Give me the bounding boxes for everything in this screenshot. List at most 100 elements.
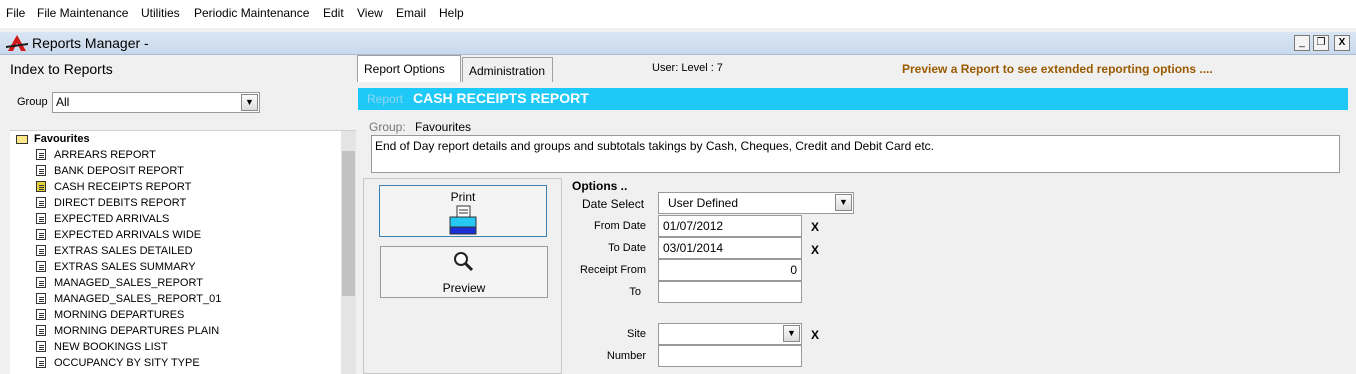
date-select-dropdown[interactable]: User Defined ▼ <box>658 192 854 214</box>
tree-item[interactable]: EXTRAS SALES SUMMARY <box>36 261 196 277</box>
tree-item-label: EXTRAS SALES DETAILED <box>54 245 193 257</box>
chevron-down-icon[interactable]: ▼ <box>835 194 852 211</box>
tree-item-selected[interactable]: CASH RECEIPTS REPORT <box>36 181 191 197</box>
tree-item[interactable]: EXTRAS SALES DETAILED <box>36 245 193 261</box>
tree-item-label: MANAGED_SALES_REPORT_01 <box>54 293 222 305</box>
receipt-from-label: Receipt From <box>579 264 646 276</box>
report-label: Report <box>367 92 404 106</box>
window-title-bar: Reports Manager - _ ❐ X <box>0 32 1356 55</box>
report-header-bar: Report CASH RECEIPTS REPORT <box>358 88 1348 110</box>
report-group-label: Group: <box>369 120 406 134</box>
tree-item-label: MORNING DEPARTURES <box>54 309 185 321</box>
report-group-value: Favourites <box>415 120 472 134</box>
site-dropdown[interactable]: ▼ <box>658 323 802 345</box>
menu-periodic-maintenance[interactable]: Periodic Maintenance <box>194 6 309 20</box>
printer-icon <box>449 205 477 235</box>
report-icon <box>36 277 46 288</box>
restore-button[interactable]: ❐ <box>1313 35 1329 51</box>
selected-report-icon <box>36 181 46 192</box>
number-field[interactable] <box>658 345 802 367</box>
tree-folder-label: Favourites <box>34 133 90 145</box>
tab-report-options[interactable]: Report Options <box>357 55 461 82</box>
report-icon <box>36 229 46 240</box>
print-button[interactable]: Print <box>379 185 547 237</box>
report-icon <box>36 149 46 160</box>
chevron-down-icon[interactable]: ▼ <box>241 94 258 111</box>
tree-item[interactable]: MORNING DEPARTURES <box>36 309 184 325</box>
options-heading: Options .. <box>572 179 628 193</box>
tree-item-label: EXPECTED ARRIVALS <box>54 213 170 225</box>
tree-item-label: DIRECT DEBITS REPORT <box>54 197 187 209</box>
tree-folder-favourites[interactable]: Favourites <box>16 133 90 145</box>
tree-item-label: NEW BOOKINGS LIST <box>54 341 168 353</box>
tree-item-label: MANAGED_SALES_REPORT <box>54 277 203 289</box>
site-label: Site <box>627 328 646 340</box>
menu-email[interactable]: Email <box>396 6 426 20</box>
tab-administration[interactable]: Administration <box>462 57 553 82</box>
tree-item[interactable]: EXPECTED ARRIVALS WIDE <box>36 229 201 245</box>
group-filter-label: Group <box>17 96 48 108</box>
report-icon <box>36 245 46 256</box>
report-icon <box>36 197 46 208</box>
clear-to-date-button[interactable]: X <box>811 243 819 257</box>
folder-icon <box>16 134 28 144</box>
preview-button-label: Preview <box>442 281 486 295</box>
menu-bar: File File Maintenance Utilities Periodic… <box>0 0 1356 28</box>
tree-item-label: EXTRAS SALES SUMMARY <box>54 261 196 273</box>
menu-view[interactable]: View <box>357 6 383 20</box>
tree-scrollbar-thumb[interactable] <box>342 151 355 296</box>
group-filter-value: All <box>56 95 70 109</box>
report-icon <box>36 357 46 368</box>
tree-item[interactable]: EXPECTED ARRIVALS <box>36 213 169 229</box>
tree-item-label: ARREARS REPORT <box>54 149 156 161</box>
clear-from-date-button[interactable]: X <box>811 220 819 234</box>
tree-item[interactable]: MANAGED_SALES_REPORT <box>36 277 203 293</box>
tree-item-label: CASH RECEIPTS REPORT <box>54 181 192 193</box>
preview-hint: Preview a Report to see extended reporti… <box>902 62 1213 76</box>
report-icon <box>36 293 46 304</box>
menu-help[interactable]: Help <box>439 6 464 20</box>
window-title: Reports Manager - <box>32 35 149 51</box>
menu-file-maintenance[interactable]: File Maintenance <box>37 6 128 20</box>
tree-item[interactable]: NEW BOOKINGS LIST <box>36 341 168 357</box>
group-filter-select[interactable]: All ▼ <box>52 92 260 113</box>
report-icon <box>36 261 46 272</box>
tree-scrollbar[interactable] <box>341 131 356 374</box>
user-level-info: User: Level : 7 <box>652 62 723 74</box>
tree-item[interactable]: OCCUPANCY BY SITY TYPE <box>36 357 200 373</box>
tree-item-label: MORNING DEPARTURES PLAIN <box>54 325 220 337</box>
menu-utilities[interactable]: Utilities <box>141 6 180 20</box>
report-name: CASH RECEIPTS REPORT <box>413 90 589 106</box>
tree-item-label: EXPECTED ARRIVALS WIDE <box>54 229 202 241</box>
receipt-to-field[interactable] <box>658 281 802 303</box>
tree-item[interactable]: MORNING DEPARTURES PLAIN <box>36 325 219 341</box>
tree-item[interactable]: DIRECT DEBITS REPORT <box>36 197 186 213</box>
chevron-down-icon[interactable]: ▼ <box>783 325 800 342</box>
to-date-label: To Date <box>608 242 646 254</box>
report-icon <box>36 213 46 224</box>
print-button-label: Print <box>450 190 476 204</box>
receipt-to-label: To <box>629 286 641 298</box>
tree-item[interactable]: ARREARS REPORT <box>36 149 156 165</box>
index-title: Index to Reports <box>10 61 113 77</box>
date-select-label: Date Select <box>582 197 645 211</box>
magnifier-icon <box>454 252 474 272</box>
minimize-button[interactable]: _ <box>1294 35 1310 51</box>
report-tree[interactable]: Favourites ARREARS REPORT BANK DEPOSIT R… <box>10 130 356 374</box>
to-date-field[interactable]: 03/01/2014 <box>658 237 802 259</box>
from-date-field[interactable]: 01/07/2012 <box>658 215 802 237</box>
receipt-from-field[interactable]: 0 <box>658 259 802 281</box>
clear-site-button[interactable]: X <box>811 328 819 342</box>
report-icon <box>36 341 46 352</box>
menu-edit[interactable]: Edit <box>323 6 344 20</box>
tree-item-label: BANK DEPOSIT REPORT <box>54 165 184 177</box>
app-logo-icon <box>6 35 28 51</box>
menu-file[interactable]: File <box>6 6 25 20</box>
tree-item[interactable]: BANK DEPOSIT REPORT <box>36 165 184 181</box>
from-date-label: From Date <box>594 220 646 232</box>
close-button[interactable]: X <box>1334 35 1350 51</box>
tree-item[interactable]: MANAGED_SALES_REPORT_01 <box>36 293 221 309</box>
report-icon <box>36 165 46 176</box>
preview-button[interactable]: Preview <box>380 246 548 298</box>
date-select-value: User Defined <box>668 196 739 210</box>
